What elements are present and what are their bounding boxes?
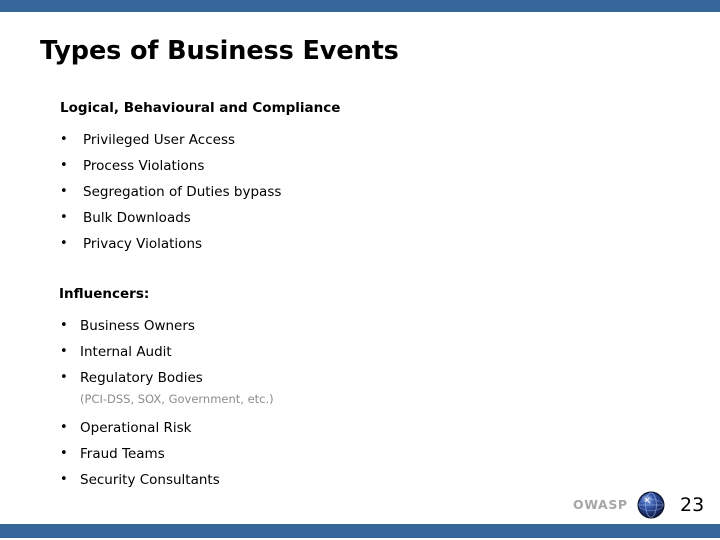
bullet-icon: • (60, 158, 68, 173)
slide-body: Logical, Behavioural and Compliance • Pr… (0, 100, 720, 493)
bullet-icon: • (60, 210, 68, 225)
bullet-icon: • (60, 184, 68, 199)
bullet-icon: • (60, 236, 68, 251)
bullet-icon: • (60, 446, 68, 461)
page-title: Types of Business Events (40, 36, 399, 66)
list-item: • Segregation of Duties bypass (0, 179, 720, 205)
top-accent-bar (0, 0, 720, 12)
owasp-globe-icon (636, 490, 666, 520)
slide-footer: OWASP 23 (0, 486, 720, 524)
bullet-icon: • (60, 132, 68, 147)
list-item-label: Internal Audit (80, 344, 172, 360)
list-item-label: Process Violations (83, 158, 205, 174)
bottom-accent-bar (0, 524, 720, 538)
list-item-label: Bulk Downloads (83, 210, 191, 226)
bullet-icon: • (60, 318, 68, 333)
slide: Types of Business Events Logical, Behavi… (0, 0, 720, 540)
slide-number: 23 (680, 494, 705, 516)
section-heading-logical: Logical, Behavioural and Compliance (60, 100, 341, 116)
bullet-list-logical: • Privileged User Access • Process Viola… (0, 127, 720, 257)
list-item: • Process Violations (0, 153, 720, 179)
list-item: • Internal Audit (0, 339, 720, 365)
list-item-label: Operational Risk (80, 420, 192, 436)
bullet-icon: • (60, 420, 68, 435)
section-heading-influencers: Influencers: (59, 286, 150, 302)
list-item-label: Privileged User Access (83, 132, 236, 148)
list-item: • Bulk Downloads (0, 205, 720, 231)
list-item-label: Fraud Teams (80, 446, 165, 462)
list-item: • Privacy Violations (0, 231, 720, 257)
list-item: • Fraud Teams (0, 441, 720, 467)
owasp-wordmark: OWASP (573, 497, 628, 512)
bullet-list-influencers-cont: • Operational Risk • Fraud Teams • Secur… (0, 415, 720, 493)
list-item-label: Segregation of Duties bypass (83, 184, 282, 200)
bullet-list-influencers: • Business Owners • Internal Audit • Reg… (0, 313, 720, 391)
bullet-icon: • (60, 344, 68, 359)
bullet-icon: • (60, 370, 68, 385)
list-item-label: Regulatory Bodies (80, 370, 203, 386)
list-item-label: Business Owners (80, 318, 195, 334)
list-item: • Privileged User Access (0, 127, 720, 153)
list-item: • Regulatory Bodies (0, 365, 720, 391)
list-item-note: (PCI-DSS, SOX, Government, etc.) (80, 392, 274, 406)
list-item-label: Privacy Violations (83, 236, 203, 252)
list-item: • Operational Risk (0, 415, 720, 441)
list-item: • Business Owners (0, 313, 720, 339)
